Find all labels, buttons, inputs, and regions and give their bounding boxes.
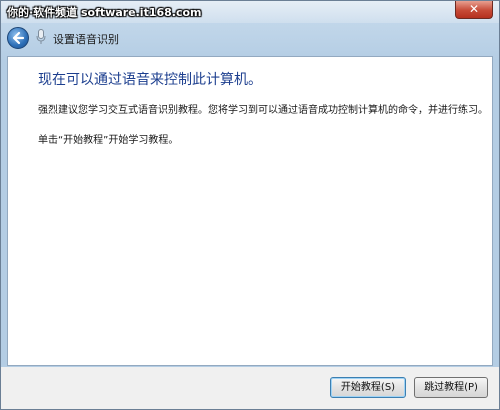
- navigation-bar: 设置语音识别: [1, 23, 499, 53]
- back-button[interactable]: [7, 27, 29, 49]
- close-button[interactable]: ✕: [455, 1, 493, 19]
- close-icon: ✕: [468, 2, 480, 16]
- microphone-icon: [36, 29, 46, 44]
- window-title: 设置语音识别: [53, 33, 119, 46]
- title-bar: 你的·软件频道 software.it168.com ✕: [1, 1, 499, 23]
- instruction-text: 单击“开始教程”开始学习教程。: [38, 135, 179, 146]
- start-tutorial-button[interactable]: 开始教程(S): [330, 377, 406, 398]
- page-heading: 现在可以通过语音来控制此计算机。: [38, 72, 262, 88]
- watermark-text: 你的·软件频道 software.it168.com: [7, 6, 202, 19]
- arrow-left-icon: [12, 31, 25, 45]
- recommendation-text: 强烈建议您学习交互式语音识别教程。您将学习到可以通过语音成功控制计算机的命令，并…: [38, 105, 488, 116]
- speech-setup-window: 你的·软件频道 software.it168.com ✕ 设置语音识别 现在可以…: [0, 0, 500, 410]
- content-panel: 现在可以通过语音来控制此计算机。 强烈建议您学习交互式语音识别教程。您将学习到可…: [7, 56, 493, 366]
- skip-tutorial-button[interactable]: 跳过教程(P): [414, 377, 488, 398]
- button-bar: 开始教程(S) 跳过教程(P): [1, 367, 499, 409]
